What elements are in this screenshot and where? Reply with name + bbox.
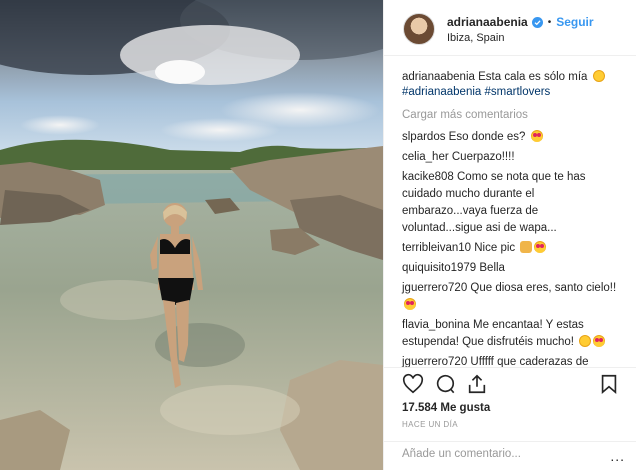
caption-hashtags[interactable]: #adrianaabenia #smartlovers	[402, 86, 550, 98]
comment-username[interactable]: celia_her	[402, 151, 449, 163]
action-bar	[384, 367, 636, 397]
instagram-post: adrianaabenia • Seguir Ibiza, Spain adri…	[0, 0, 636, 470]
post-timestamp: HACE UN DÍA	[402, 420, 458, 429]
save-button[interactable]	[598, 373, 620, 395]
caption: adrianaabenia Esta cala es sólo mía #adr…	[402, 70, 618, 100]
username-row: adrianaabenia • Seguir	[447, 15, 594, 29]
share-icon	[468, 374, 486, 394]
beach-photo	[0, 0, 383, 470]
heart-eyes-emoji-icon	[530, 130, 543, 142]
comment-text: Que diosa eres, santo cielo!!	[470, 282, 617, 294]
load-more-comments-link[interactable]: Cargar más comentarios	[402, 109, 618, 121]
post-side-panel: adrianaabenia • Seguir Ibiza, Spain adri…	[383, 0, 636, 470]
comment-username[interactable]: slpardos	[402, 131, 445, 143]
comment: slpardos Eso donde es?	[402, 129, 618, 146]
comment-username[interactable]: flavia_bonina	[402, 319, 470, 331]
post-photo[interactable]	[0, 0, 383, 470]
location-link[interactable]: Ibiza, Spain	[447, 32, 504, 44]
comment-text: Cuerpazo!!!!	[451, 151, 515, 163]
follow-button[interactable]: Seguir	[556, 15, 593, 29]
avatar[interactable]	[403, 13, 435, 45]
ok-hand-emoji-icon	[520, 241, 533, 253]
post-header: adrianaabenia • Seguir Ibiza, Spain	[384, 0, 636, 56]
grimace-emoji-icon	[592, 70, 605, 82]
grin-emoji-icon	[579, 335, 592, 347]
comment-username[interactable]: kacike808	[402, 171, 454, 183]
bookmark-icon	[601, 374, 617, 395]
comments-list[interactable]: adrianaabenia Esta cala es sólo mía #adr…	[384, 57, 636, 367]
comment: kacike808 Como se nota que te has cuidad…	[402, 169, 618, 237]
caption-text: Esta cala es sólo mía	[478, 71, 588, 83]
comment: terribleivan10 Nice pic	[402, 240, 618, 257]
comment-username[interactable]: terribleivan10	[402, 242, 471, 254]
heart-eyes-emoji-icon	[404, 298, 416, 310]
comment-text: Nice pic	[474, 242, 516, 254]
heart-eyes-emoji-icon	[534, 241, 547, 253]
comment-text: Bella	[479, 262, 505, 274]
options-icon[interactable]: ...	[610, 448, 625, 464]
like-button[interactable]	[402, 373, 424, 395]
comment: flavia_bonina Me encantaa! Y estas estup…	[402, 317, 618, 351]
comment-text: Eso donde es?	[448, 131, 526, 143]
comment-username[interactable]: quiquisito1979	[402, 262, 476, 274]
comment-button[interactable]	[434, 373, 456, 395]
separator-dot: •	[547, 16, 552, 28]
comment: jguerrero720 Que diosa eres, santo cielo…	[402, 280, 618, 314]
comment: celia_her Cuerpazo!!!!	[402, 149, 618, 166]
comment-username[interactable]: jguerrero720	[402, 356, 467, 367]
comment: jguerrero720 Ufffff que caderazas de loc…	[402, 354, 618, 367]
comment: quiquisito1979 Bella	[402, 260, 618, 277]
comment-icon	[436, 374, 455, 394]
heart-icon	[402, 373, 424, 394]
comment-username[interactable]: jguerrero720	[402, 282, 467, 294]
heart-eyes-emoji-icon	[593, 335, 606, 347]
add-comment-bar: ...	[384, 441, 636, 470]
share-button[interactable]	[466, 373, 488, 395]
add-comment-input[interactable]	[402, 448, 602, 460]
username-link[interactable]: adrianaabenia	[447, 15, 528, 29]
verified-icon	[531, 16, 543, 28]
likes-count[interactable]: 17.584 Me gusta	[402, 402, 490, 414]
caption-username[interactable]: adrianaabenia	[402, 71, 475, 83]
